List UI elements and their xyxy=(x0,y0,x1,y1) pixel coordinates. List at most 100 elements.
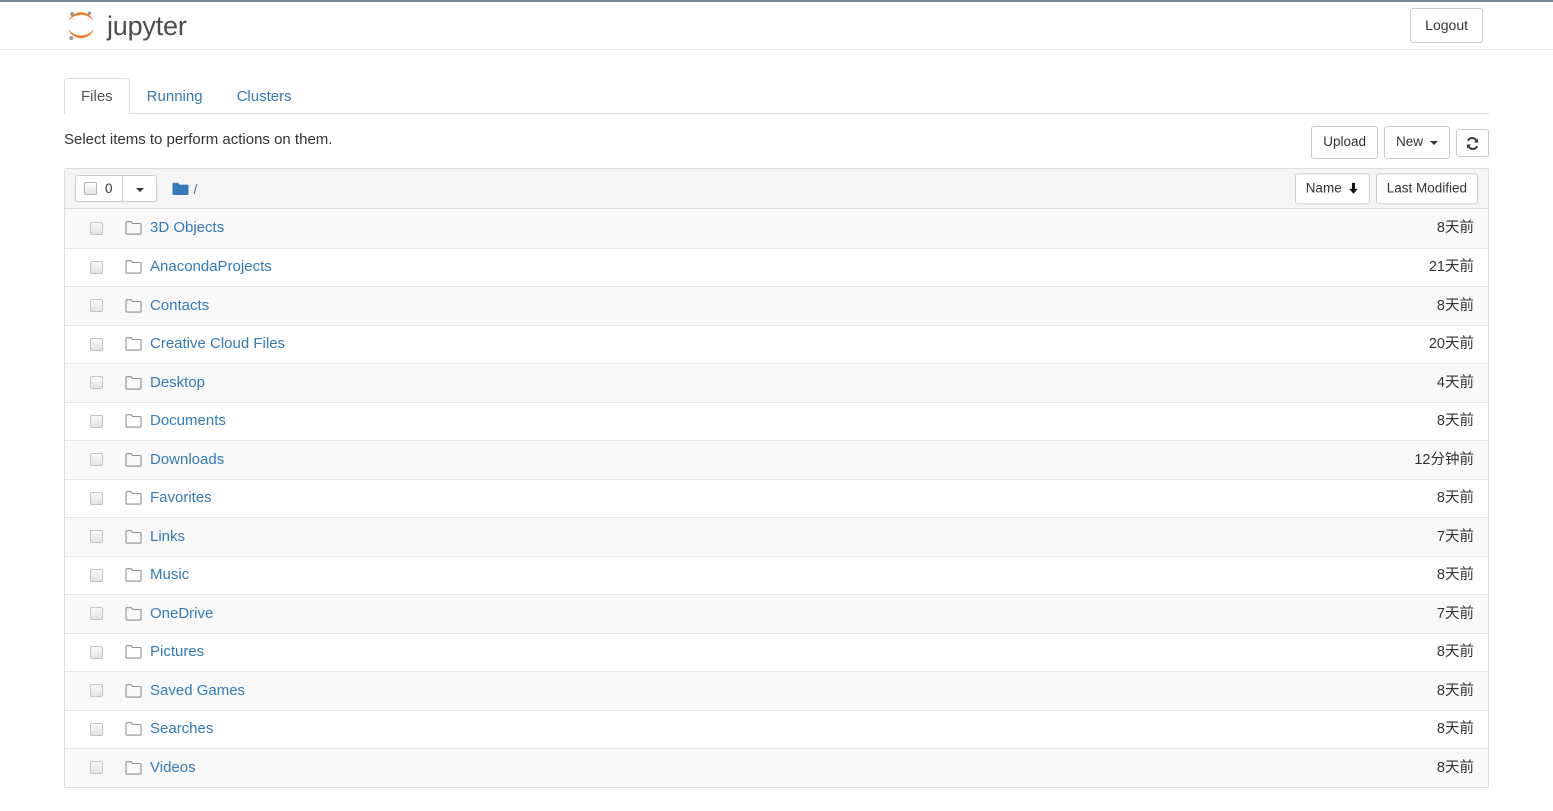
folder-icon xyxy=(125,760,142,775)
row-checkbox[interactable] xyxy=(90,453,103,467)
row-checkbox[interactable] xyxy=(90,337,103,351)
upload-button-label: Upload xyxy=(1323,134,1366,149)
folder-icon xyxy=(125,452,142,467)
file-modified-time: 8天前 xyxy=(1436,220,1474,237)
actions-row: Select items to perform actions on them.… xyxy=(64,126,1489,160)
page-header: jupyter Logout xyxy=(0,2,1553,50)
folder-icon xyxy=(125,414,142,428)
tab-bar: Files Running Clusters xyxy=(64,78,1489,114)
file-name-link[interactable]: OneDrive xyxy=(150,604,213,624)
file-modified-time: 4天前 xyxy=(1436,374,1474,391)
new-button[interactable]: New xyxy=(1383,126,1450,160)
folder-icon xyxy=(125,529,142,544)
row-checkbox[interactable] xyxy=(90,260,103,274)
new-button-label: New xyxy=(1395,134,1423,149)
file-modified-time: 8天前 xyxy=(1436,721,1474,738)
file-modified-time: 8天前 xyxy=(1436,297,1474,314)
file-name-link[interactable]: Desktop xyxy=(150,373,205,393)
table-row[interactable]: Links 7天前 xyxy=(65,517,1488,556)
row-checkbox[interactable] xyxy=(90,414,103,428)
file-list-header: 0 / Name Last Modified xyxy=(65,169,1488,209)
sort-by-name-button[interactable]: Name xyxy=(1294,172,1370,205)
table-row[interactable]: Desktop 4天前 xyxy=(65,363,1488,402)
file-modified-time: 8天前 xyxy=(1436,759,1474,776)
row-checkbox[interactable] xyxy=(90,722,103,736)
arrow-down-icon xyxy=(1348,182,1358,194)
select-all-dropdown-button[interactable] xyxy=(122,175,157,202)
file-name-link[interactable]: Contacts xyxy=(150,296,209,316)
file-name-link[interactable]: Documents xyxy=(150,411,226,431)
brand[interactable]: jupyter xyxy=(64,6,187,46)
row-checkbox[interactable] xyxy=(90,299,103,313)
table-row[interactable]: Searches 8天前 xyxy=(65,709,1488,749)
file-modified-time: 8天前 xyxy=(1436,567,1474,584)
folder-icon xyxy=(125,606,142,621)
row-checkbox[interactable] xyxy=(90,761,103,775)
table-row[interactable]: Downloads 12分钟前 xyxy=(65,440,1488,479)
file-modified-time: 8天前 xyxy=(1436,682,1474,699)
selected-count: 0 xyxy=(105,180,113,196)
refresh-button[interactable] xyxy=(1456,128,1489,157)
file-name-link[interactable]: Pictures xyxy=(150,642,204,662)
table-row[interactable]: Pictures 8天前 xyxy=(65,632,1488,672)
file-name-link[interactable]: Favorites xyxy=(150,488,212,508)
file-rows: 3D Objects 8天前 AnacondaProjects 21天前 Contact… xyxy=(65,209,1488,787)
file-name-link[interactable]: Searches xyxy=(150,719,213,739)
file-name-link[interactable]: 3D Objects xyxy=(150,218,224,238)
table-row[interactable]: Favorites 8天前 xyxy=(65,478,1488,518)
file-modified-time: 8天前 xyxy=(1436,490,1474,507)
file-name-link[interactable]: Creative Cloud Files xyxy=(150,334,285,354)
table-row[interactable]: OneDrive 7天前 xyxy=(65,594,1488,633)
folder-icon xyxy=(125,683,142,698)
tab-running[interactable]: Running xyxy=(130,78,220,114)
checkbox-unchecked-icon[interactable] xyxy=(84,182,97,195)
table-row[interactable]: Contacts 8天前 xyxy=(65,286,1488,325)
upload-button[interactable]: Upload xyxy=(1311,126,1378,160)
file-name-link[interactable]: Saved Games xyxy=(150,681,245,701)
folder-icon xyxy=(125,568,142,582)
select-all-group: 0 xyxy=(75,175,157,202)
table-row[interactable]: Creative Cloud Files 20天前 xyxy=(65,324,1488,364)
row-checkbox[interactable] xyxy=(90,221,103,235)
refresh-icon xyxy=(1466,136,1479,150)
row-checkbox[interactable] xyxy=(90,568,103,582)
table-row[interactable]: AnacondaProjects 21天前 xyxy=(65,247,1488,287)
table-row[interactable]: 3D Objects 8天前 xyxy=(65,209,1488,248)
tab-clusters[interactable]: Clusters xyxy=(220,78,309,114)
row-checkbox[interactable] xyxy=(90,607,103,621)
table-row[interactable]: Saved Games 8天前 xyxy=(65,671,1488,710)
row-checkbox[interactable] xyxy=(90,645,103,659)
file-modified-time: 7天前 xyxy=(1436,605,1474,622)
file-name-link[interactable]: Videos xyxy=(150,758,196,778)
file-name-link[interactable]: AnacondaProjects xyxy=(150,257,272,277)
breadcrumb[interactable]: / xyxy=(172,181,197,197)
row-checkbox[interactable] xyxy=(90,530,103,544)
row-checkbox[interactable] xyxy=(90,684,103,698)
file-list-header-left: 0 / xyxy=(75,175,197,202)
file-name-link[interactable]: Downloads xyxy=(150,450,224,470)
file-name-link[interactable]: Music xyxy=(150,565,189,585)
file-modified-time: 8天前 xyxy=(1436,644,1474,661)
toolbar-buttons: Upload New xyxy=(1311,126,1489,160)
file-modified-time: 12分钟前 xyxy=(1414,451,1474,468)
table-row[interactable]: Documents 8天前 xyxy=(65,401,1488,441)
file-name-link[interactable]: Links xyxy=(150,527,185,547)
file-modified-time: 7天前 xyxy=(1436,528,1474,545)
jupyter-logo-icon xyxy=(68,11,94,40)
select-items-hint: Select items to perform actions on them. xyxy=(64,131,333,148)
tab-files[interactable]: Files xyxy=(64,78,130,114)
folder-icon xyxy=(125,491,142,505)
row-checkbox[interactable] xyxy=(90,491,103,505)
sort-by-modified-button[interactable]: Last Modified xyxy=(1375,172,1478,205)
folder-icon xyxy=(125,298,142,313)
logout-button[interactable]: Logout xyxy=(1410,8,1483,44)
select-all-checkbox-button[interactable]: 0 xyxy=(75,175,123,202)
table-row[interactable]: Videos 8天前 xyxy=(65,748,1488,787)
file-list: 0 / Name Last Modified 3D Objects 8天前 An… xyxy=(64,168,1489,788)
caret-down-icon xyxy=(135,187,144,192)
folder-icon xyxy=(125,260,142,274)
row-checkbox[interactable] xyxy=(90,376,103,390)
folder-icon xyxy=(125,337,142,351)
table-row[interactable]: Music 8天前 xyxy=(65,555,1488,595)
folder-filled-icon xyxy=(172,182,189,195)
